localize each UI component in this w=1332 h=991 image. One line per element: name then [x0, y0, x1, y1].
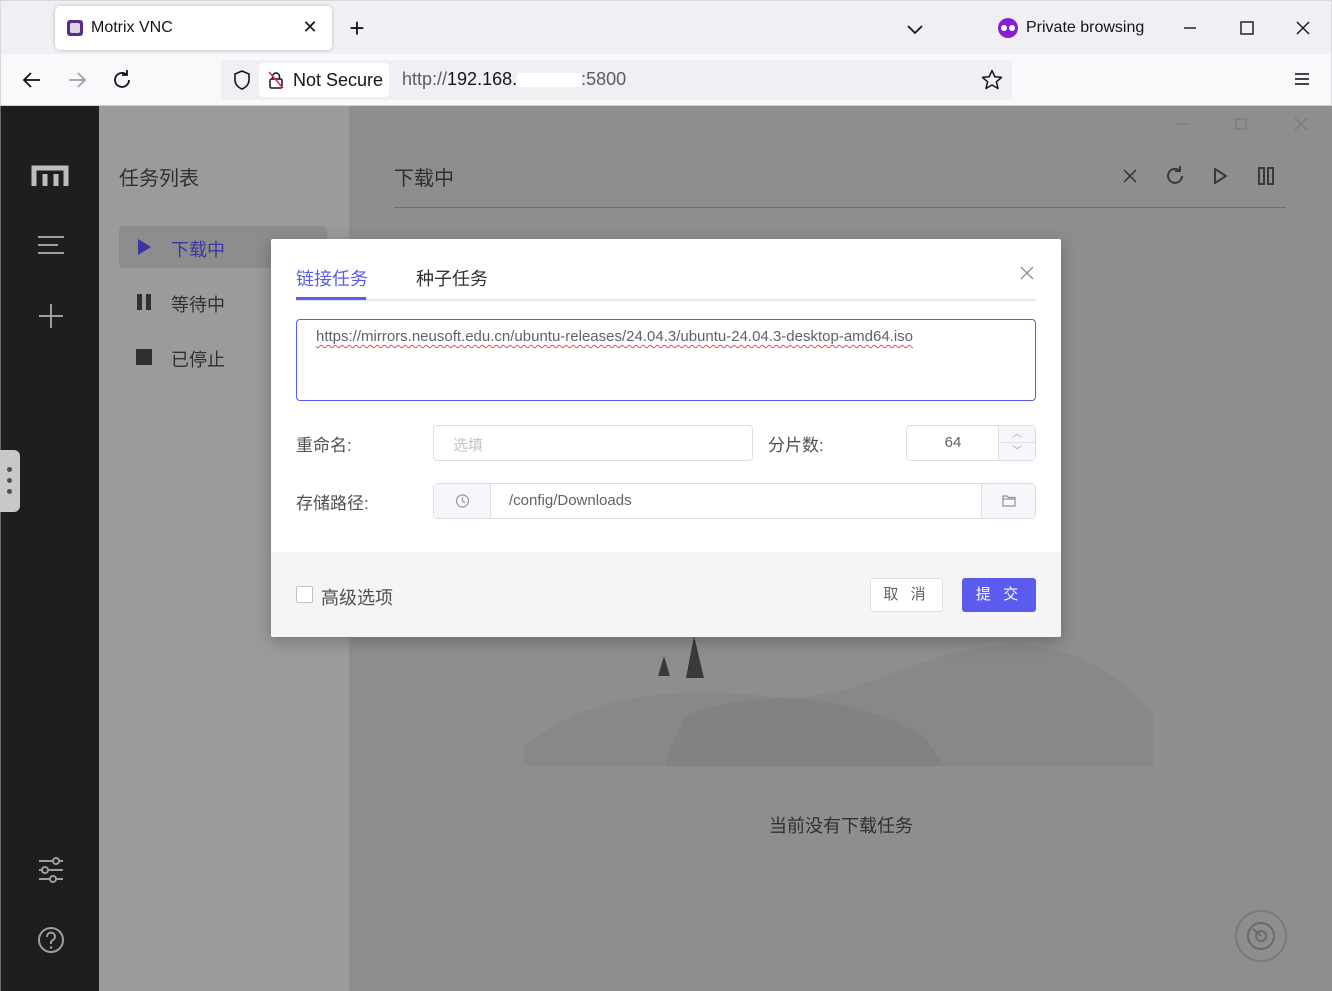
split-value: 64 [944, 434, 962, 451]
close-window-button[interactable] [1288, 13, 1318, 43]
url-textarea[interactable]: https://mirrors.neusoft.edu.cn/ubuntu-re… [296, 319, 1036, 401]
select-folder-icon[interactable] [981, 484, 1035, 518]
cancel-button[interactable]: 取 消 [870, 578, 943, 612]
delete-task-close-icon[interactable] [1118, 164, 1142, 188]
app-menu-hamburger-icon[interactable] [1289, 66, 1315, 92]
url-text[interactable]: http://192.168. :5800 [402, 69, 626, 90]
stop-icon [135, 348, 153, 366]
vnc-sidebar-handle[interactable] [0, 450, 20, 512]
active-tab-indicator [296, 297, 366, 300]
advanced-options-checkbox[interactable] [296, 586, 313, 603]
header-divider [394, 207, 1286, 208]
motrix-logo-icon [31, 156, 71, 196]
list-all-tabs-chevron-icon[interactable] [901, 15, 929, 43]
tab-favicon-icon [67, 20, 83, 36]
play-icon [135, 238, 153, 256]
decrease-chevron-down-icon[interactable]: ﹀ [999, 443, 1035, 460]
browser-navbar: Not Secure http://192.168. :5800 [0, 54, 1332, 106]
url-host: 192.168. [447, 69, 518, 89]
app-minimize-icon[interactable] [1171, 114, 1191, 134]
increase-chevron-up-icon[interactable]: ︿ [999, 426, 1035, 443]
private-browsing-indicator: Private browsing [998, 17, 1144, 39]
private-browsing-label: Private browsing [1026, 19, 1145, 36]
back-button[interactable] [17, 65, 47, 95]
dialog-footer: 高级选项 取 消 提 交 [271, 552, 1061, 637]
dialog-close-icon[interactable] [1019, 265, 1035, 281]
path-label: 存储路径: [296, 494, 369, 513]
empty-hills-illustration [524, 636, 1154, 766]
panel-item-label: 等待中 [171, 295, 225, 315]
panel-item-label: 下载中 [171, 240, 225, 260]
not-secure-indicator[interactable]: Not Secure [259, 63, 389, 97]
url-textarea-value: https://mirrors.neusoft.edu.cn/ubuntu-re… [316, 328, 914, 345]
new-tab-button[interactable]: + [342, 14, 372, 44]
submit-button[interactable]: 提 交 [962, 578, 1036, 612]
tab-link-task[interactable]: 链接任务 [296, 265, 368, 291]
url-port: :5800 [581, 69, 627, 89]
dialog-tabs: 链接任务 种子任务 [296, 239, 1036, 301]
handle-dot [7, 467, 12, 472]
rename-input[interactable]: 选填 [433, 425, 753, 461]
url-redaction [517, 73, 582, 88]
speedometer-icon[interactable] [1235, 910, 1287, 962]
resume-all-play-icon[interactable] [1208, 164, 1232, 188]
add-task-dialog: 链接任务 种子任务 https://mirrors.neusoft.edu.cn… [271, 239, 1061, 637]
pause-icon [135, 293, 153, 311]
handle-dot [7, 478, 12, 483]
bookmark-star-icon[interactable] [980, 68, 1004, 92]
forward-button[interactable] [62, 65, 92, 95]
task-list-title: 任务列表 [119, 168, 199, 190]
refresh-icon[interactable] [1163, 164, 1187, 188]
browser-titlebar: Motrix VNC ✕ + Private browsing [0, 0, 1332, 54]
pause-all-icon[interactable] [1254, 164, 1278, 188]
path-input[interactable]: /config/Downloads [433, 483, 1036, 519]
rename-placeholder: 选填 [453, 437, 484, 454]
rename-label: 重命名: [296, 436, 352, 455]
tab-torrent-task[interactable]: 种子任务 [416, 265, 488, 291]
preferences-sliders-icon[interactable] [31, 850, 71, 890]
split-label: 分片数: [768, 436, 824, 455]
add-task-plus-icon[interactable] [31, 296, 71, 336]
handle-dot [7, 489, 12, 494]
task-list-menu-icon[interactable] [31, 226, 71, 266]
app-close-icon[interactable] [1291, 114, 1311, 134]
browser-tab[interactable]: Motrix VNC ✕ [55, 6, 332, 50]
reload-button[interactable] [107, 65, 137, 95]
tab-close-icon[interactable]: ✕ [298, 15, 322, 39]
private-mask-icon [998, 18, 1018, 38]
help-question-icon[interactable] [31, 920, 71, 960]
minimize-window-button[interactable] [1175, 13, 1205, 43]
not-secure-label: Not Secure [293, 70, 384, 90]
app-sidebar [0, 106, 99, 991]
split-stepper[interactable]: 64 ︿ ﹀ [906, 425, 1036, 461]
tracking-shield-icon[interactable] [231, 69, 253, 91]
tab-title: Motrix VNC [91, 19, 173, 36]
empty-state-text: 当前没有下载任务 [769, 816, 913, 836]
url-bar[interactable]: Not Secure http://192.168. :5800 [221, 60, 1012, 100]
main-title: 下载中 [394, 168, 454, 190]
stepper-controls: ︿ ﹀ [998, 426, 1035, 460]
advanced-options-label[interactable]: 高级选项 [321, 584, 393, 610]
insecure-lock-icon [267, 71, 285, 89]
maximize-window-button[interactable] [1232, 13, 1262, 43]
panel-item-label: 已停止 [171, 350, 225, 370]
url-scheme: http:// [402, 69, 448, 89]
path-history-clock-icon[interactable] [434, 484, 491, 518]
app-maximize-icon[interactable] [1231, 114, 1251, 134]
path-value: /config/Downloads [509, 492, 632, 509]
